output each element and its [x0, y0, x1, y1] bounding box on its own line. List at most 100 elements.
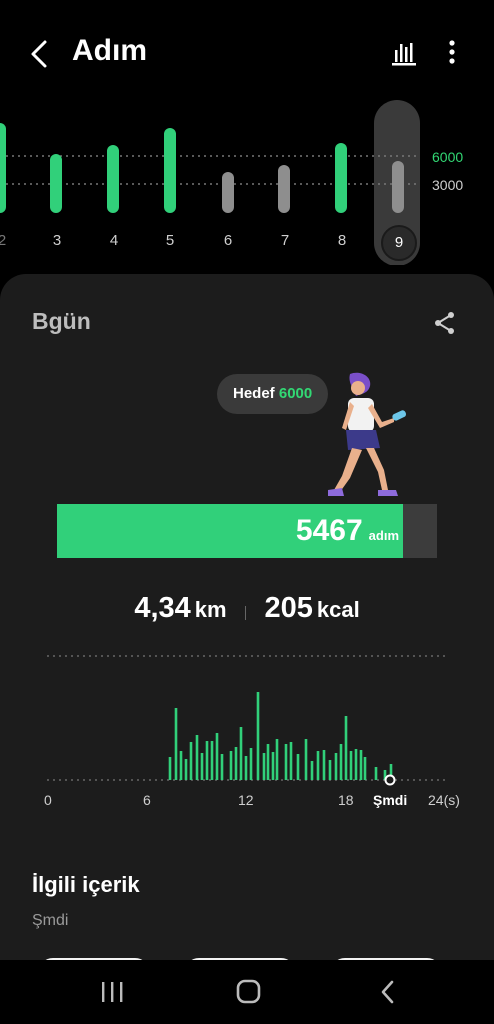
- hour-label: 6: [143, 792, 151, 808]
- day-label[interactable]: 7: [270, 232, 300, 249]
- hour-bar: [275, 739, 279, 780]
- day-bar: [278, 165, 290, 213]
- stats-button[interactable]: [388, 36, 420, 68]
- hour-bar: [229, 751, 233, 780]
- back-icon: [381, 980, 394, 1004]
- day-bar: [335, 143, 347, 213]
- day-label[interactable]: 6: [213, 232, 243, 249]
- distance-unit: km: [194, 597, 227, 622]
- share-button[interactable]: [430, 308, 460, 338]
- hour-bar: [304, 739, 308, 780]
- hour-bar: [210, 741, 214, 780]
- walking-person-illustration: [328, 372, 407, 496]
- day-label[interactable]: 3: [42, 232, 72, 249]
- daily-steps-chart[interactable]: 6000 3000 2 3 4 5 6 7 8 9: [0, 95, 494, 265]
- steps-count: 5467 adım: [296, 504, 399, 558]
- hour-bar: [289, 742, 293, 780]
- goal-label-6000: 6000: [432, 149, 464, 165]
- day-label[interactable]: 2: [0, 232, 17, 249]
- calories-value: 205: [264, 592, 313, 624]
- hour-bar: [363, 757, 367, 780]
- more-vert-icon: [449, 40, 455, 64]
- distance-value: 4,34: [134, 592, 191, 624]
- day-label-selected[interactable]: 9: [381, 225, 417, 261]
- hour-bar: [262, 753, 266, 780]
- hour-label: 24(s): [428, 792, 460, 808]
- hour-bar: [374, 767, 378, 780]
- goal-bubble: Hedef 6000: [217, 374, 329, 414]
- goal-bubble-value: 6000: [278, 385, 313, 402]
- header: Adım: [0, 0, 494, 105]
- hour-bar: [168, 757, 172, 780]
- hour-bar: [334, 753, 338, 780]
- home-button[interactable]: [232, 978, 264, 1006]
- hour-label: 12: [238, 792, 254, 808]
- hourly-steps-chart[interactable]: 0 6 12 18 Şmdi 24(s): [0, 644, 494, 814]
- day-label[interactable]: 4: [99, 232, 129, 249]
- hour-label: 0: [44, 792, 52, 808]
- day-bar: [107, 145, 119, 213]
- hour-bar: [244, 756, 248, 780]
- recents-icon: [102, 982, 123, 1002]
- steps-value: 5467: [295, 514, 363, 547]
- day-bar: [392, 161, 404, 213]
- hour-bar: [205, 741, 209, 780]
- page-title: Adım: [72, 34, 147, 67]
- hour-bar: [344, 716, 348, 780]
- chevron-left-icon: [31, 40, 47, 68]
- hour-bar: [328, 760, 332, 780]
- hour-bar: [256, 692, 260, 780]
- hourly-bars: [47, 655, 447, 786]
- hour-bar: [284, 744, 288, 780]
- day-bar: [164, 128, 176, 213]
- calories-unit: kcal: [316, 597, 360, 622]
- card-title: Bgün: [32, 308, 91, 334]
- related-content-subtitle: Şmdi: [32, 912, 69, 929]
- hour-bar: [195, 735, 199, 780]
- back-button[interactable]: [22, 36, 58, 72]
- hour-bar: [184, 759, 188, 780]
- day-label[interactable]: 5: [155, 232, 185, 249]
- bar-chart-icon: [392, 43, 416, 66]
- hour-bar: [271, 752, 275, 780]
- hour-bar: [249, 748, 253, 780]
- hour-bar: [322, 750, 326, 780]
- hour-bar: [266, 744, 270, 780]
- goal-bubble-prefix: Hedef: [233, 385, 275, 402]
- more-options-button[interactable]: [438, 36, 466, 68]
- daily-bars: [0, 100, 420, 265]
- hour-bar: [339, 744, 343, 780]
- home-icon: [236, 979, 261, 1004]
- hour-bar: [354, 749, 358, 780]
- hour-label-now: Şmdi: [373, 792, 408, 808]
- steps-unit: adım: [368, 528, 399, 543]
- day-bar: [0, 123, 6, 213]
- hour-bar: [316, 751, 320, 780]
- hour-bar: [310, 761, 314, 780]
- hour-bar: [220, 754, 224, 780]
- hour-label: 18: [338, 792, 354, 808]
- back-nav-button[interactable]: [372, 978, 404, 1006]
- now-marker: [384, 774, 396, 786]
- metric-divider: [245, 605, 247, 620]
- hour-bar: [239, 727, 243, 780]
- day-bar: [50, 154, 62, 213]
- metrics-row: 4,34 km 205 kcal: [0, 592, 494, 625]
- hour-bar: [234, 747, 238, 780]
- hour-bar: [359, 750, 363, 780]
- related-content-title: İlgili içerik: [32, 872, 140, 897]
- steps-progress-bar: 5467 adım: [57, 504, 437, 558]
- day-label[interactable]: 8: [327, 232, 357, 249]
- hour-bar: [215, 733, 219, 780]
- hour-bar: [200, 753, 204, 780]
- day-bar: [222, 172, 234, 213]
- system-navigation-bar: [0, 960, 494, 1024]
- share-icon: [435, 312, 454, 334]
- recents-button[interactable]: [96, 978, 128, 1006]
- hour-bar: [349, 751, 353, 780]
- hour-bar: [189, 742, 193, 780]
- hour-bar: [179, 751, 183, 780]
- hour-bar: [174, 708, 178, 780]
- hour-bar: [296, 754, 300, 780]
- goal-label-3000: 3000: [432, 177, 464, 193]
